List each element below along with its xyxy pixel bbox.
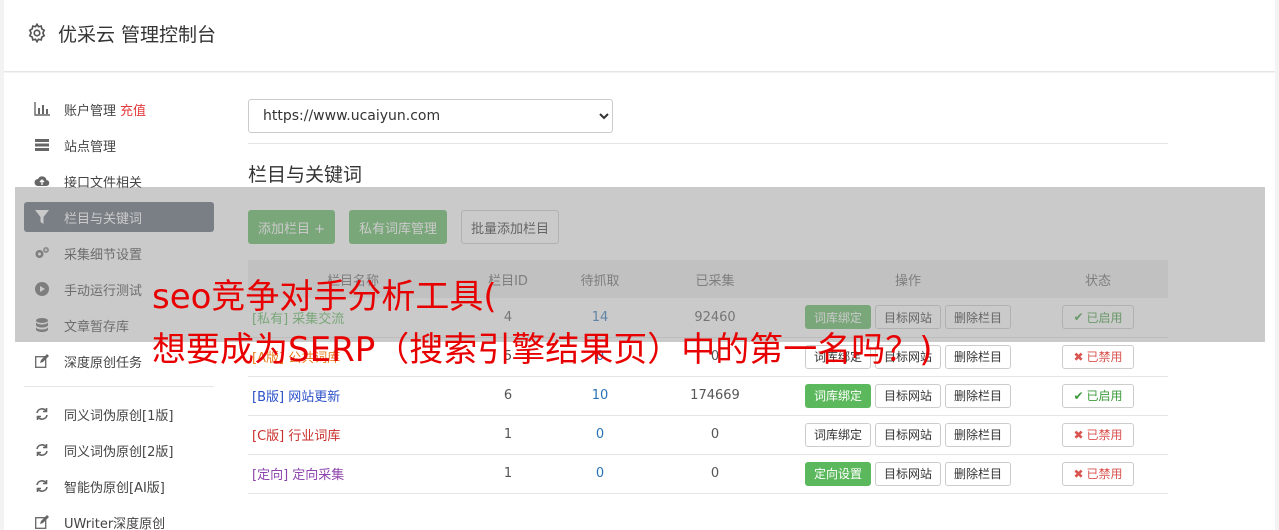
cell-collected: 174669 (642, 376, 788, 416)
cell-pending[interactable]: 0 (558, 415, 642, 455)
table-row: [C版] 行业词库 1 0 0 词库绑定 目标网站 删除栏目 ✖ 已禁用 (248, 415, 1168, 455)
app-header: 优采云 管理控制台 (4, 0, 1275, 72)
refresh-icon (34, 406, 50, 422)
refresh-icon (34, 478, 50, 494)
section-title: 栏目与关键词 (248, 164, 363, 186)
edit-icon (34, 514, 50, 530)
status-label: 已禁用 (1086, 350, 1123, 364)
app-title: 优采云 管理控制台 (58, 24, 217, 46)
sidebar-item-label: 站点管理 (64, 139, 117, 155)
sidebar-item-label: 同义词伪原创[2版] (64, 444, 174, 460)
cell-status: ✖ 已禁用 (1028, 454, 1168, 494)
sidebar-item-ai-original[interactable]: 智能伪原创[AI版] (24, 471, 214, 501)
target-site-button[interactable]: 目标网站 (874, 383, 941, 408)
cell-actions: 定向设置 目标网站 删除栏目 (788, 454, 1028, 494)
sidebar-item-uwriter[interactable]: UWriter深度原创 (24, 507, 214, 530)
status-label: 已禁用 (1086, 428, 1123, 442)
sidebar-item-label: UWriter深度原创 (64, 516, 166, 530)
column-name-link[interactable]: 网站更新 (288, 390, 340, 405)
cell-column-id: 1 (458, 415, 558, 455)
cell-column-id: 6 (458, 376, 558, 416)
delete-column-button[interactable]: 删除栏目 (945, 461, 1012, 486)
cell-column-name: [C版] 行业词库 (248, 415, 458, 455)
check-icon: ✔ (1073, 388, 1084, 403)
status-label: 已启用 (1086, 389, 1123, 403)
lexicon-bind-button[interactable]: 定向设置 (804, 461, 871, 486)
cell-column-name: [B版] 网站更新 (248, 376, 458, 416)
close-icon: ✖ (1073, 427, 1084, 442)
column-tag: [C版] (252, 429, 285, 444)
sidebar-item-label: 同义词伪原创[1版] (64, 408, 174, 424)
overlay-caption-line1: seo竞争对手分析工具( (152, 277, 497, 317)
server-icon (34, 137, 50, 153)
status-toggle[interactable]: ✖ 已禁用 (1062, 461, 1134, 486)
cell-status: ✔已启用 (1028, 376, 1168, 416)
divider (248, 143, 1168, 144)
gear-icon (26, 22, 48, 44)
delete-column-button[interactable]: 删除栏目 (945, 383, 1012, 408)
column-name-link[interactable]: 定向采集 (292, 468, 344, 483)
recharge-link[interactable]: 充值 (120, 100, 146, 119)
cell-collected: 0 (642, 415, 788, 455)
sidebar-item-label: 智能伪原创[AI版] (64, 480, 165, 496)
edit-icon (34, 353, 50, 369)
status-toggle[interactable]: ✖ 已禁用 (1062, 422, 1134, 447)
column-name-link[interactable]: 行业词库 (288, 429, 340, 444)
watermark-overlay (15, 187, 1265, 342)
site-select[interactable]: https://www.ucaiyun.com (248, 99, 613, 133)
sidebar-item-synonym-v2[interactable]: 同义词伪原创[2版] (24, 435, 214, 465)
cell-status: ✖ 已禁用 (1028, 337, 1168, 377)
sidebar-item-label: 账户管理 (64, 103, 117, 119)
cell-actions: 词库绑定目标网站删除栏目 (788, 415, 1028, 455)
sidebar-item-sites[interactable]: 站点管理 (24, 130, 214, 160)
sidebar-item-synonym-v1[interactable]: 同义词伪原创[1版] (24, 399, 214, 429)
column-tag: [B版] (252, 390, 285, 405)
sidebar-item-label: 深度原创任务 (64, 355, 143, 371)
target-site-button[interactable]: 目标网站 (874, 461, 941, 486)
table-row: [B版] 网站更新 6 10 174669 词库绑定 目标网站 删除栏目 ✔ 已启用 (248, 376, 1168, 416)
lexicon-bind-button[interactable]: 词库绑定 (804, 383, 871, 408)
bar-chart-icon (34, 101, 50, 117)
close-icon: ✖ (1073, 349, 1084, 364)
cell-column-name: [定向] 定向采集 (248, 454, 458, 494)
cell-collected: 0 (642, 454, 788, 494)
cell-pending[interactable]: 0 (558, 454, 642, 494)
status-toggle[interactable]: ✔已启用 (1062, 383, 1134, 408)
delete-column-button[interactable]: 删除栏目 (945, 344, 1012, 369)
status-label: 已禁用 (1086, 467, 1123, 481)
delete-column-button[interactable]: 删除栏目 (945, 422, 1012, 447)
column-tag: [定向] (252, 468, 289, 483)
cell-pending[interactable]: 10 (558, 376, 642, 416)
target-site-button[interactable]: 目标网站 (874, 422, 941, 447)
overlay-caption-line2: 想要成为SERP（搜索引擎结果页）中的第一名吗？) (152, 330, 933, 370)
lexicon-bind-button[interactable]: 词库绑定 (804, 422, 871, 447)
sidebar-item-account[interactable]: 账户管理 充值 (24, 94, 214, 124)
cell-column-id: 1 (458, 454, 558, 494)
cell-status: ✖ 已禁用 (1028, 415, 1168, 455)
table-row: [定向] 定向采集 1 0 0 定向设置 目标网站 删除栏目 ✖ 已禁用 (248, 454, 1168, 494)
cell-actions: 词库绑定目标网站删除栏目 (788, 376, 1028, 416)
refresh-icon (34, 442, 50, 458)
close-icon: ✖ (1073, 466, 1084, 481)
sidebar-divider (24, 386, 214, 387)
status-toggle[interactable]: ✖ 已禁用 (1062, 344, 1134, 369)
